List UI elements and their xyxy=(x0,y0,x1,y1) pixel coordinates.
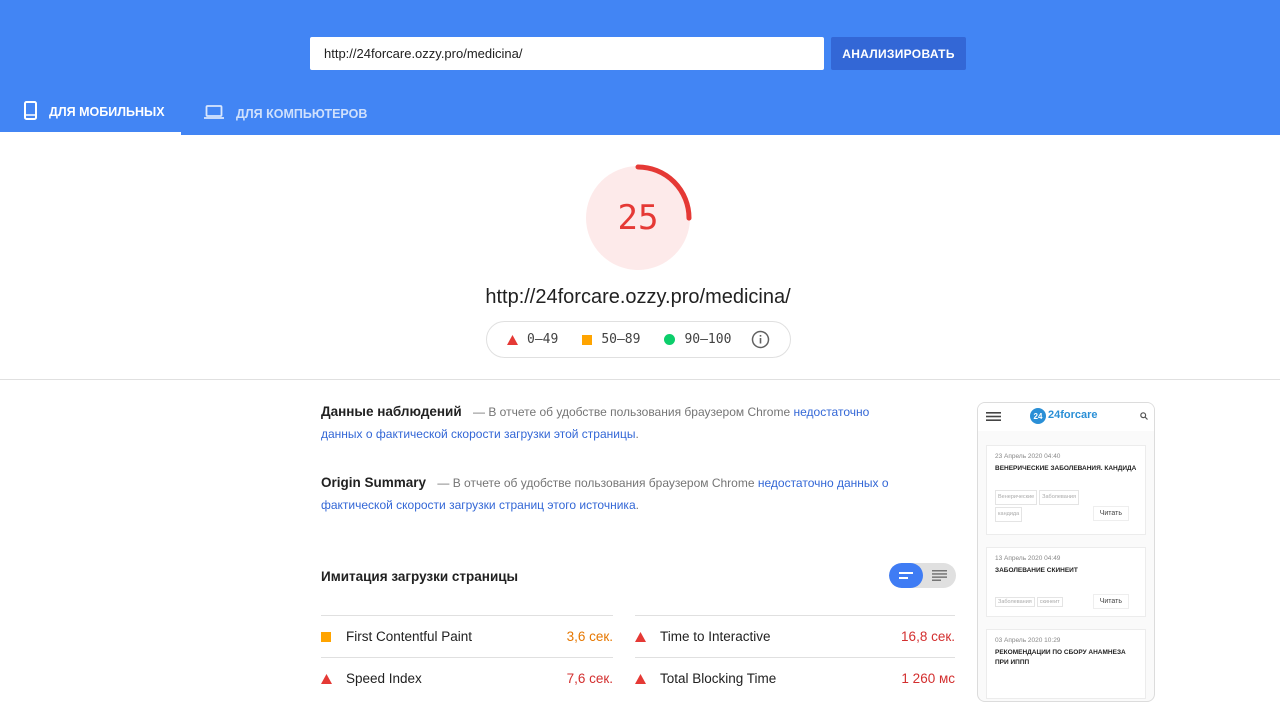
triangle-icon xyxy=(321,673,332,684)
triangle-icon xyxy=(635,673,646,684)
divider xyxy=(0,379,1280,380)
metric-tbt-name: Total Blocking Time xyxy=(660,671,777,686)
info-icon[interactable] xyxy=(751,330,770,349)
score-legend: 0–49 50–89 90–100 xyxy=(486,321,791,358)
legend-range-fail: 0–49 xyxy=(527,332,559,347)
phone-icon xyxy=(24,101,37,123)
tab-desktop[interactable]: ДЛЯ КОМПЬЮТЕРОВ xyxy=(204,92,384,135)
square-icon xyxy=(321,631,331,642)
preview-logo-text: 24forcare xyxy=(1048,409,1098,421)
analyze-button[interactable]: АНАЛИЗИРОВАТЬ xyxy=(831,37,966,70)
hamburger-menu-icon xyxy=(986,412,1001,421)
metric-speed-index: Speed Index 7,6 сек. xyxy=(321,657,613,699)
metric-speed-index-value: 7,6 сек. xyxy=(566,671,613,686)
tab-mobile-label: ДЛЯ МОБИЛЬНЫХ xyxy=(49,105,165,119)
legend-range-pass: 90–100 xyxy=(684,332,732,347)
legend-item-average: 50–89 xyxy=(582,332,640,347)
header-bar: АНАЛИЗИРОВАТЬ ДЛЯ МОБИЛЬНЫХ ДЛЯ КОМПЬЮТЕ… xyxy=(0,0,1280,135)
metric-tbt-value: 1 260 мс xyxy=(901,671,955,686)
preview-card: 03 Апрель 2020 10:29 РЕКОМЕНДАЦИИ ПО СБО… xyxy=(986,629,1146,699)
page-url: http://24forcare.ozzy.pro/medicina/ xyxy=(485,286,791,308)
legend-range-average: 50–89 xyxy=(601,332,641,347)
metric-tti-name: Time to Interactive xyxy=(660,629,771,644)
metrics-view-toggle[interactable] xyxy=(889,563,956,588)
expanded-view-button[interactable] xyxy=(923,563,956,588)
triangle-icon xyxy=(635,631,646,642)
metric-tti: Time to Interactive 16,8 сек. xyxy=(635,615,955,657)
square-icon xyxy=(582,334,593,345)
search-icon xyxy=(1140,412,1148,420)
field-data-section: Данные наблюдений — В отчете об удобстве… xyxy=(321,404,870,441)
metric-fcp-name: First Contentful Paint xyxy=(346,629,473,644)
metric-tbt: Total Blocking Time 1 260 мс xyxy=(635,657,955,699)
preview-card: 23 Апрель 2020 04:40 ВЕНЕРИЧЕСКИЕ ЗАБОЛЕ… xyxy=(986,445,1146,535)
preview-logo-badge: 24 xyxy=(1030,408,1046,424)
tab-mobile[interactable]: ДЛЯ МОБИЛЬНЫХ xyxy=(0,92,181,135)
field-data-title: Данные наблюдений xyxy=(321,404,462,419)
metric-speed-index-name: Speed Index xyxy=(346,671,422,686)
metric-fcp: First Contentful Paint 3,6 сек. xyxy=(321,615,613,657)
legend-item-pass: 90–100 xyxy=(664,332,731,347)
laptop-icon xyxy=(204,105,224,122)
preview-header: 24 24forcare xyxy=(978,403,1154,431)
origin-summary-section: Origin Summary — В отчете об удобстве по… xyxy=(321,475,889,512)
lab-data-title: Имитация загрузки страницы xyxy=(321,569,519,584)
legend-item-fail: 0–49 xyxy=(507,332,558,347)
expanded-list-icon xyxy=(932,570,947,581)
metric-tti-value: 16,8 сек. xyxy=(901,629,955,644)
origin-summary-title: Origin Summary xyxy=(321,475,427,490)
url-input[interactable] xyxy=(310,37,824,70)
field-data-text: — В отчете об удобстве пользования брауз… xyxy=(473,405,791,419)
origin-summary-text: — В отчете об удобстве пользования брауз… xyxy=(437,476,755,490)
preview-card: 13 Апрель 2020 04:49 ЗАБОЛЕВАНИЕ СКИНЕИТ… xyxy=(986,547,1146,617)
compact-view-button[interactable] xyxy=(889,563,923,588)
score-value: 25 xyxy=(617,198,659,238)
compact-list-icon xyxy=(899,571,913,579)
tab-desktop-label: ДЛЯ КОМПЬЮТЕРОВ xyxy=(236,106,368,121)
metric-fcp-value: 3,6 сек. xyxy=(566,629,613,644)
page-screenshot-preview: 24 24forcare 23 Апрель 2020 04:40 ВЕНЕРИ… xyxy=(977,402,1155,702)
triangle-icon xyxy=(507,334,518,345)
circle-icon xyxy=(664,334,676,345)
